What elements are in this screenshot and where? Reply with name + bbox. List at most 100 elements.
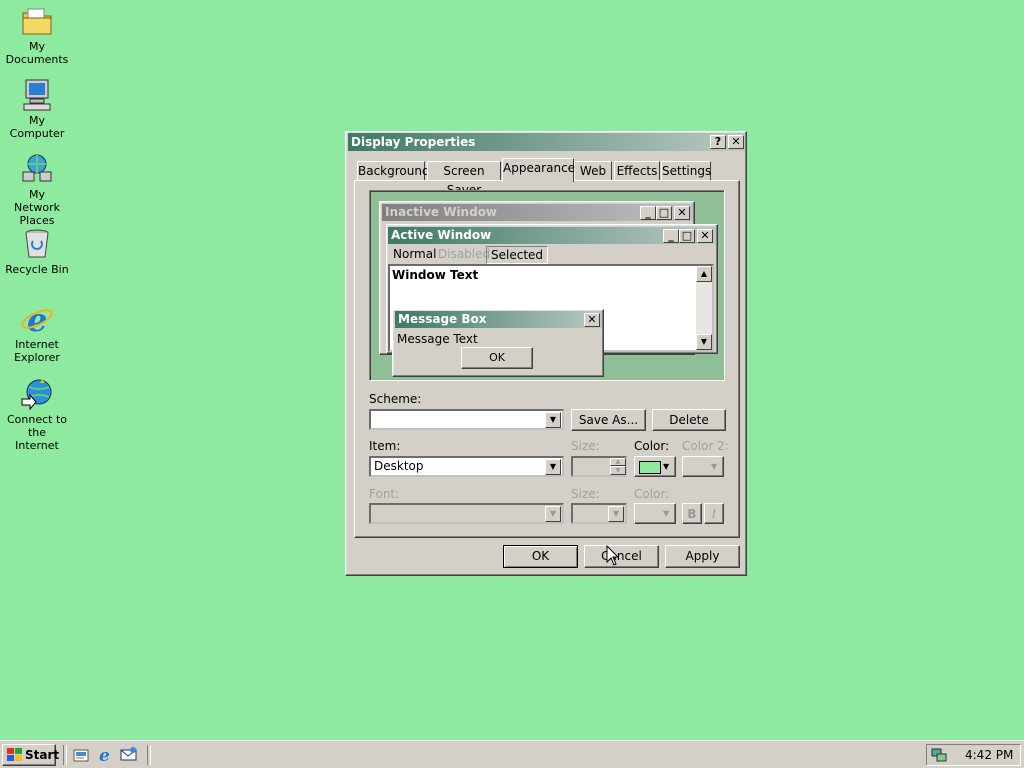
font-label: Font: <box>369 487 400 501</box>
item-dropdown[interactable]: Desktop ▼ <box>369 456 564 477</box>
taskbar-separator-2 <box>147 745 151 765</box>
mouse-cursor-icon <box>606 545 620 566</box>
font-dropdown-arrow-icon: ▼ <box>545 506 561 522</box>
my-computer-icon-item[interactable]: My Computer <box>0 78 74 140</box>
size-label: Size: <box>571 439 600 453</box>
svg-text:e: e <box>99 746 110 763</box>
preview-menu-selected: Selected <box>486 246 549 264</box>
system-tray: 4:42 PM <box>926 744 1021 766</box>
my-documents-icon-item[interactable]: My Documents <box>0 4 74 66</box>
ok-button[interactable]: OK <box>503 545 578 568</box>
tab-settings[interactable]: Settings <box>661 161 711 181</box>
preview-window-text: Window Text <box>392 268 479 282</box>
inactive-close-icon: ✕ <box>674 206 690 220</box>
font-size-dropdown: ▼ <box>571 503 627 524</box>
active-window-title: Active Window <box>391 228 492 242</box>
tab-appearance[interactable]: Appearance <box>502 158 575 182</box>
folder-documents-icon <box>20 4 54 38</box>
outlook-express-icon[interactable] <box>120 746 137 763</box>
tab-background[interactable]: Background <box>357 161 430 181</box>
color-picker-arrow-icon: ▼ <box>663 462 670 471</box>
internet-explorer-icon-item[interactable]: e Internet Explorer <box>0 301 74 364</box>
color2-arrow-icon: ▼ <box>711 462 718 471</box>
msgbox-title: Message Box <box>398 312 487 326</box>
preview-active-titlebar: Active Window _ □ ✕ <box>388 227 716 244</box>
svg-text:e: e <box>27 302 47 336</box>
preview-menu-disabled: Disabled <box>438 247 491 261</box>
color-picker-button[interactable]: ▼ <box>634 456 676 477</box>
italic-button: I <box>704 503 724 524</box>
scheme-dropdown-arrow-icon[interactable]: ▼ <box>545 412 561 428</box>
size-spinner: ▲ ▼ <box>571 456 627 477</box>
item-label: Item: <box>369 439 401 453</box>
recycle-bin-label: Recycle Bin <box>5 263 69 276</box>
dialog-title: Display Properties <box>351 135 476 149</box>
scheme-label: Scheme: <box>369 392 422 406</box>
font-size-label: Size: <box>571 487 600 501</box>
active-close-icon: ✕ <box>697 229 713 243</box>
color-label: Color: <box>634 439 670 453</box>
item-dropdown-arrow-icon[interactable]: ▼ <box>545 459 561 475</box>
close-button[interactable]: ✕ <box>728 135 744 149</box>
preview-scrollbar: ▲ ▼ <box>696 266 712 350</box>
color2-picker-button: ▼ <box>682 456 724 477</box>
tab-screen-saver[interactable]: Screen Saver <box>427 161 501 197</box>
inactive-window-title: Inactive Window <box>385 205 498 219</box>
desktop: { "desktop": { "background_color": "#8ee… <box>0 0 1024 768</box>
bold-button: B <box>682 503 702 524</box>
connect-internet-label: Connect to the Internet <box>6 413 68 452</box>
scroll-down-icon: ▼ <box>696 334 712 350</box>
color-swatch <box>639 461 661 474</box>
tab-effects[interactable]: Effects <box>614 161 660 181</box>
help-button[interactable]: ? <box>710 135 726 149</box>
connect-internet-icon-item[interactable]: Connect to the Internet <box>0 377 74 452</box>
preview-inactive-titlebar: Inactive Window _ □ ✕ <box>382 204 693 221</box>
item-value: Desktop <box>374 459 424 473</box>
msgbox-text: Message Text <box>397 332 478 346</box>
recycle-bin-icon <box>20 227 54 261</box>
font-size-arrow-icon: ▼ <box>608 506 624 522</box>
dialog-titlebar[interactable]: Display Properties ? ✕ <box>348 133 745 151</box>
taskbar-separator <box>63 745 67 765</box>
msgbox-ok-button: OK <box>461 347 533 369</box>
save-as-button[interactable]: Save As... <box>571 409 646 431</box>
size-down-icon: ▼ <box>610 466 626 475</box>
cancel-button[interactable]: Cancel <box>584 545 659 568</box>
font-color-label: Color: <box>634 487 670 501</box>
preview-menu-normal: Normal <box>393 247 437 261</box>
network-places-icon <box>20 152 54 186</box>
active-minimize-icon: _ <box>663 229 679 243</box>
network-places-icon-item[interactable]: My Network Places <box>0 152 74 227</box>
connect-internet-icon <box>20 377 54 411</box>
show-desktop-icon[interactable] <box>73 747 89 763</box>
font-dropdown: ▼ <box>369 503 564 524</box>
internet-explorer-label: Internet Explorer <box>14 338 60 364</box>
font-color-button: ▼ <box>634 503 676 524</box>
internet-explorer-icon: e <box>20 301 54 339</box>
preview-msgbox-titlebar: Message Box ✕ <box>395 311 602 328</box>
computer-icon <box>20 78 54 112</box>
taskbar: Start e 4:42 PM <box>0 740 1024 768</box>
start-label: Start <box>25 748 60 762</box>
font-color-arrow-icon: ▼ <box>663 509 670 518</box>
start-button[interactable]: Start <box>2 744 60 766</box>
tab-web[interactable]: Web <box>574 161 612 181</box>
active-maximize-icon: □ <box>679 229 695 243</box>
clock[interactable]: 4:42 PM <box>965 748 1013 762</box>
internet-explorer-quicklaunch-icon[interactable]: e <box>97 746 114 763</box>
my-documents-label: My Documents <box>5 40 69 66</box>
scheme-dropdown[interactable]: ▼ <box>369 409 564 430</box>
scroll-up-icon: ▲ <box>696 266 712 282</box>
color2-label: Color 2: <box>682 439 729 453</box>
inactive-maximize-icon: □ <box>656 206 672 220</box>
network-tray-icon[interactable] <box>931 747 947 763</box>
windows-logo-icon <box>7 748 22 761</box>
msgbox-close-icon: ✕ <box>584 313 600 327</box>
delete-button[interactable]: Delete <box>652 409 726 431</box>
size-up-icon: ▲ <box>610 458 626 466</box>
my-computer-label: My Computer <box>9 114 65 140</box>
apply-button[interactable]: Apply <box>665 545 740 568</box>
recycle-bin-icon-item[interactable]: Recycle Bin <box>0 227 74 276</box>
inactive-minimize-icon: _ <box>640 206 656 220</box>
network-places-label: My Network Places <box>14 188 60 227</box>
